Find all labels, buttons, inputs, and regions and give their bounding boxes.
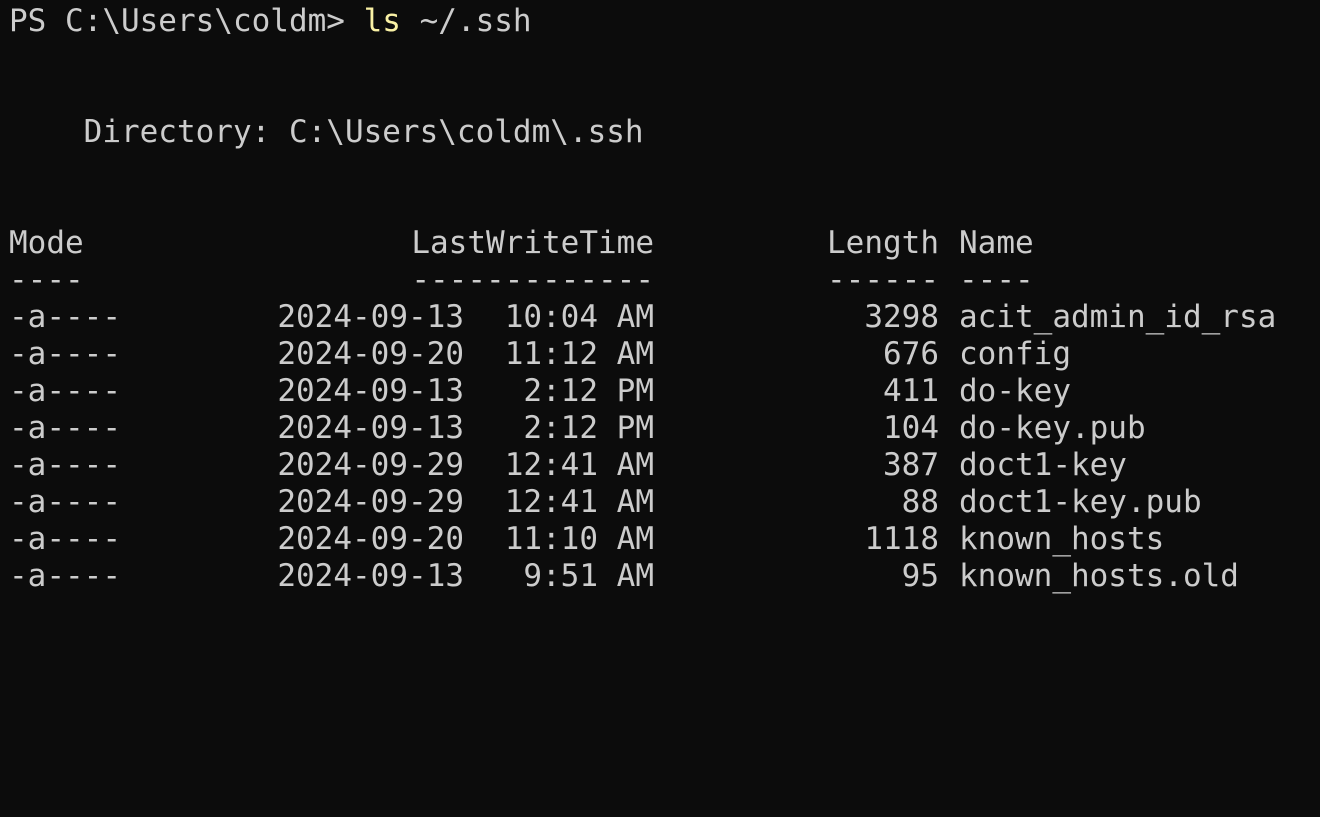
row-mode: -a---- [9,410,121,446]
row-mode: -a---- [9,299,121,335]
table-row: -a---- 2024-09-13 9:51 AM 95 known_hosts… [9,558,1314,595]
row-mode: -a---- [9,373,121,409]
row-name: do-key [959,373,1071,409]
row-length: 104 [883,410,939,446]
row-mode: -a---- [9,521,121,557]
row-time: 11:10 AM [504,521,654,557]
table-header-underline: ---- ------------- ------ ---- [9,262,1314,299]
row-time: 2:12 PM [523,410,654,446]
row-name: acit_admin_id_rsa [959,299,1277,335]
row-length: 387 [883,447,939,483]
terminal-output[interactable]: PS C:\Users\coldm> ls ~/.ssh Directory: … [9,0,1314,632]
underline-mode: ---- [9,262,84,298]
row-date: 2024-09-13 [277,299,464,335]
row-date: 2024-09-29 [277,484,464,520]
row-length: 88 [901,484,939,520]
row-mode: -a---- [9,484,121,520]
row-date: 2024-09-20 [277,521,464,557]
table-row: -a---- 2024-09-20 11:10 AM 1118 known_ho… [9,521,1314,558]
header-mode: Mode [9,225,84,261]
row-name: known_hosts.old [959,558,1239,594]
row-name: do-key.pub [959,410,1146,446]
row-length: 3298 [864,299,939,335]
row-time: 11:12 AM [504,336,654,372]
table-row: -a---- 2024-09-29 12:41 AM 387 doct1-key [9,447,1314,484]
row-time: 12:41 AM [504,484,654,520]
row-date: 2024-09-13 [277,410,464,446]
prompt-line: PS C:\Users\coldm> ls ~/.ssh [9,3,532,40]
table-row: -a---- 2024-09-20 11:12 AM 676 config [9,336,1314,373]
underline-name: ---- [959,262,1034,298]
underline-lastwritetime: ------------- [411,262,654,298]
underline-length: ------ [827,262,939,298]
row-length: 411 [883,373,939,409]
row-length: 676 [883,336,939,372]
row-date: 2024-09-29 [277,447,464,483]
table-header: Mode LastWriteTime Length Name [9,225,1314,262]
table-row: -a---- 2024-09-13 2:12 PM 104 do-key.pub [9,410,1314,447]
command-argument: ~/.ssh [400,3,532,39]
command-name: ls [363,3,401,39]
row-name: known_hosts [959,521,1165,557]
row-date: 2024-09-13 [277,558,464,594]
table-row: -a---- 2024-09-13 10:04 AM 3298 acit_adm… [9,299,1314,336]
row-time: 10:04 AM [504,299,654,335]
row-length: 1118 [864,521,939,557]
row-date: 2024-09-20 [277,336,464,372]
row-time: 12:41 AM [504,447,654,483]
row-mode: -a---- [9,558,121,594]
row-name: doct1-key.pub [959,484,1202,520]
row-time: 2:12 PM [523,373,654,409]
prompt-path: PS C:\Users\coldm> [9,3,364,39]
header-length: Length [827,225,939,261]
row-name: config [959,336,1071,372]
row-time: 9:51 AM [523,558,654,594]
header-lastwritetime: LastWriteTime [411,225,654,261]
header-name: Name [959,225,1034,261]
row-date: 2024-09-13 [277,373,464,409]
row-name: doct1-key [959,447,1127,483]
table-row: -a---- 2024-09-29 12:41 AM 88 doct1-key.… [9,484,1314,521]
row-mode: -a---- [9,336,121,372]
table-row: -a---- 2024-09-13 2:12 PM 411 do-key [9,373,1314,410]
directory-line: Directory: C:\Users\coldm\.ssh [9,114,644,150]
row-length: 95 [901,558,939,594]
row-mode: -a---- [9,447,121,483]
